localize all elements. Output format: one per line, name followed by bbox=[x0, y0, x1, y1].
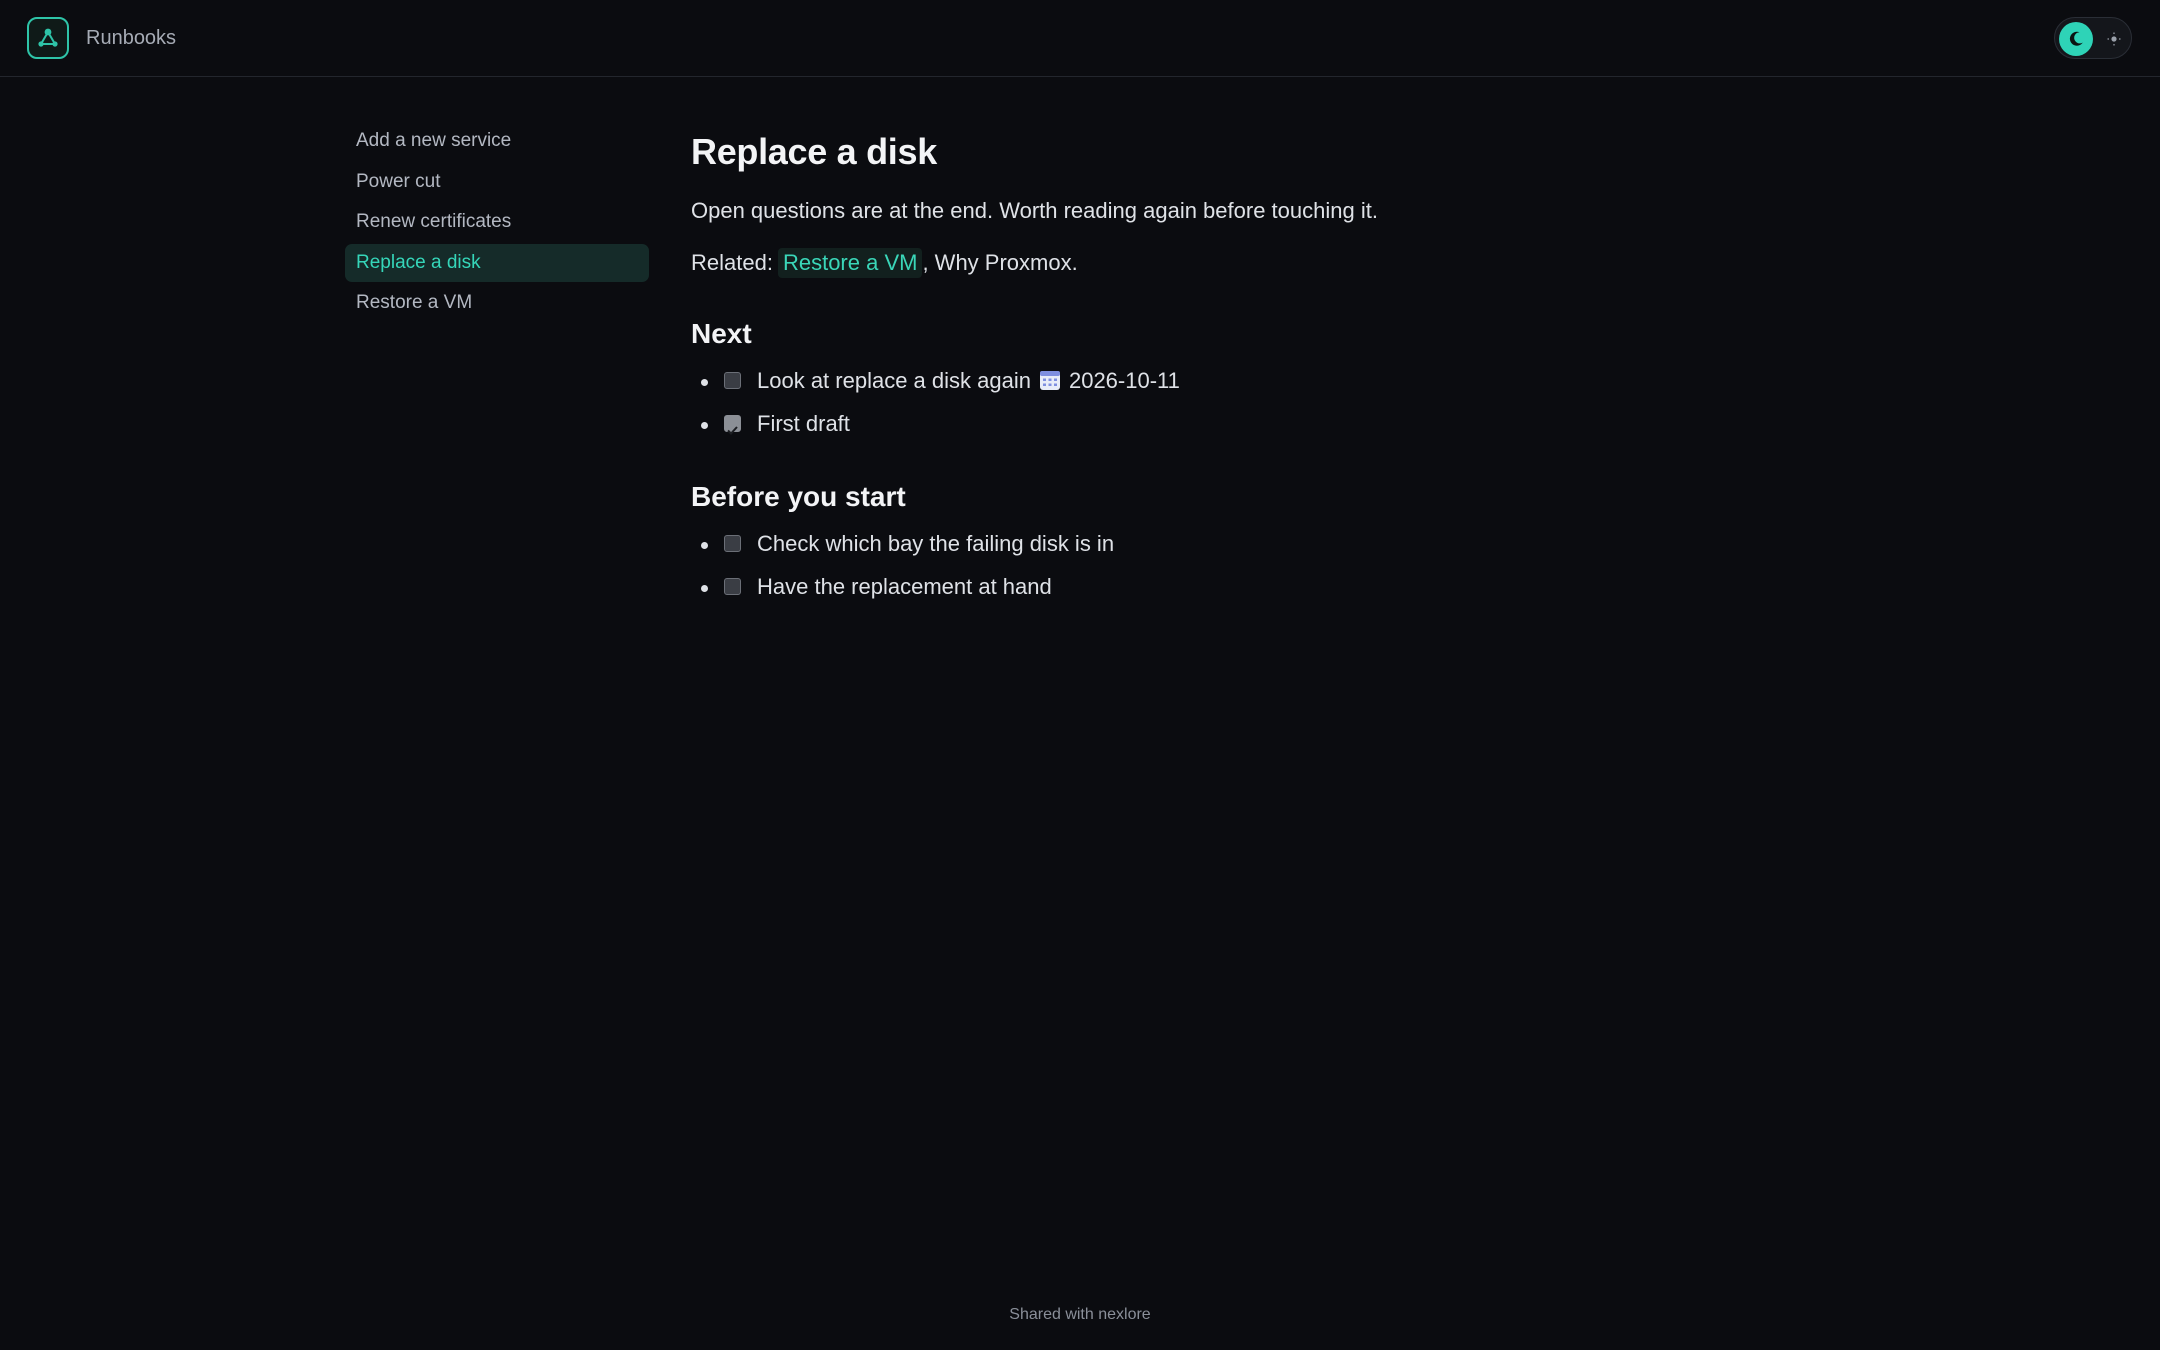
task-list-before-you-start: Check which bay the failing disk is in H… bbox=[691, 529, 1591, 602]
bullet bbox=[701, 379, 708, 386]
sun-icon[interactable] bbox=[2105, 30, 2123, 48]
task-checkbox[interactable] bbox=[724, 578, 741, 595]
page-title: Replace a disk bbox=[691, 131, 937, 172]
related-line: Related: Restore a VM, Why Proxmox. bbox=[691, 248, 1591, 278]
task-text: Look at replace a disk again bbox=[757, 368, 1031, 393]
task-checkbox-checked[interactable] bbox=[724, 415, 741, 435]
related-link-restore-a-vm[interactable]: Restore a VM bbox=[777, 248, 923, 278]
section-heading-next: Next bbox=[691, 318, 752, 349]
theme-toggle[interactable] bbox=[2054, 17, 2132, 59]
task-checkbox[interactable] bbox=[724, 535, 741, 552]
task-checkbox[interactable] bbox=[724, 372, 741, 389]
sidebar-item-power-cut[interactable]: Power cut bbox=[345, 163, 649, 201]
section-heading-before-you-start: Before you start bbox=[691, 481, 906, 512]
bullet bbox=[701, 542, 708, 549]
task-item: Check which bay the failing disk is in bbox=[691, 529, 1591, 559]
task-due-date: 2026-10-11 bbox=[1068, 368, 1180, 393]
bullet bbox=[701, 422, 708, 429]
calendar-icon bbox=[1039, 369, 1061, 391]
page-content: Replace a disk Open questions are at the… bbox=[691, 128, 1591, 615]
related-prefix: Related: bbox=[691, 250, 773, 275]
task-text: Check which bay the failing disk is in bbox=[757, 531, 1115, 556]
task-text: First draft bbox=[757, 411, 850, 436]
top-bar: Runbooks bbox=[0, 0, 2160, 77]
task-item: First draft bbox=[691, 409, 1591, 439]
task-item: Have the replacement at hand bbox=[691, 572, 1591, 602]
sidebar-item-add-a-new-service[interactable]: Add a new service bbox=[345, 122, 649, 160]
sidebar-nav: Add a new service Power cut Renew certif… bbox=[345, 122, 649, 325]
sidebar-item-restore-a-vm[interactable]: Restore a VM bbox=[345, 284, 649, 322]
app-title[interactable]: Runbooks bbox=[86, 24, 176, 52]
footer: Shared with nexlore bbox=[0, 1306, 2160, 1324]
intro-text: Open questions are at the end. Worth rea… bbox=[691, 198, 1378, 223]
sidebar-item-replace-a-disk[interactable]: Replace a disk bbox=[345, 243, 649, 282]
footer-text: Shared with nexlore bbox=[1009, 1306, 1151, 1323]
sidebar-item-renew-certificates[interactable]: Renew certificates bbox=[345, 203, 649, 241]
task-list-next: Look at replace a disk again 2026-10-11 … bbox=[691, 366, 1591, 439]
bullet bbox=[701, 585, 708, 592]
moon-icon[interactable] bbox=[2059, 22, 2093, 56]
task-text: Have the replacement at hand bbox=[757, 574, 1052, 599]
related-suffix: , Why Proxmox. bbox=[922, 250, 1078, 275]
task-item: Look at replace a disk again 2026-10-11 bbox=[691, 366, 1591, 396]
network-nodes-icon[interactable] bbox=[27, 17, 69, 59]
